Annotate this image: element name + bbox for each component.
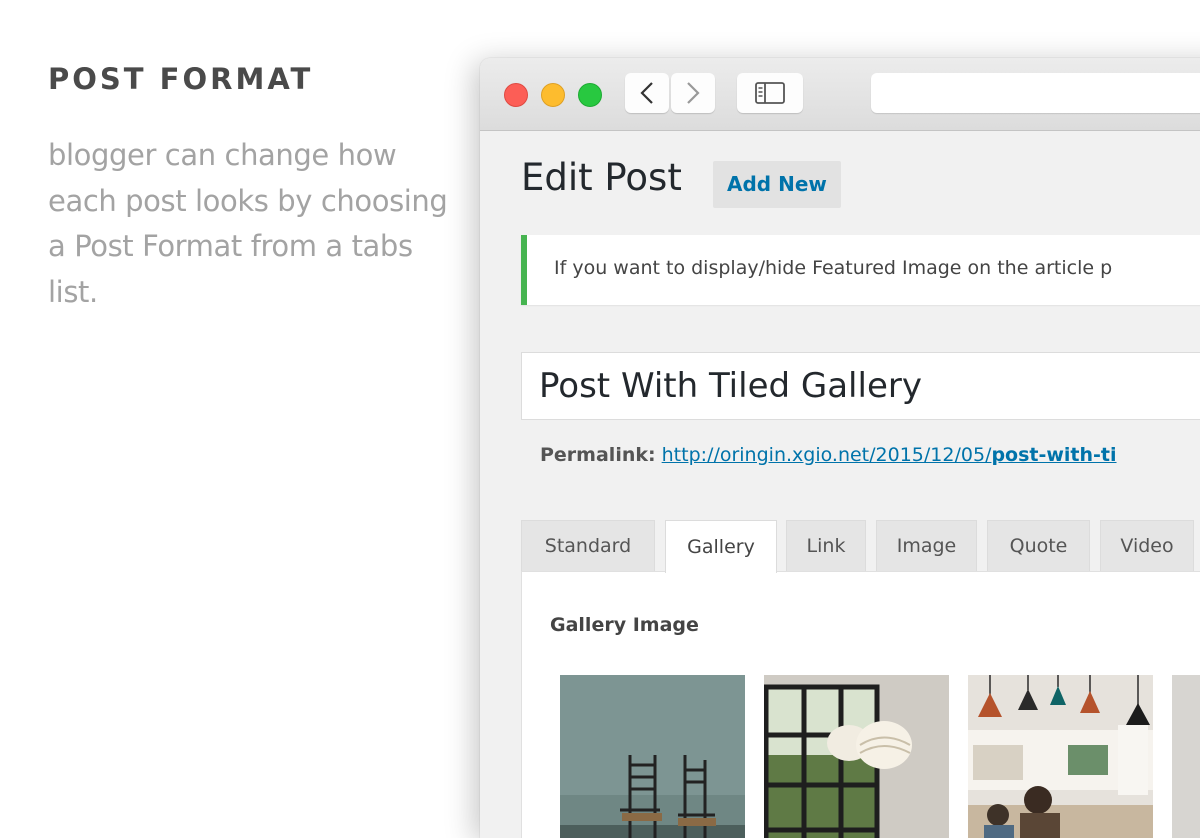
tab-gallery[interactable]: Gallery (665, 520, 777, 573)
permalink-link[interactable]: http://oringin.xgio.net/2015/12/05/post-… (662, 444, 1117, 466)
gallery-thumbnail[interactable] (764, 675, 949, 838)
tab-standard[interactable]: Standard (521, 520, 655, 571)
permalink: Permalink: http://oringin.xgio.net/2015/… (540, 444, 1117, 466)
permalink-label: Permalink: (540, 444, 656, 466)
gallery-image-window-lamps (764, 675, 949, 838)
gallery-thumbnail[interactable] (968, 675, 1153, 838)
back-button[interactable] (625, 73, 669, 113)
browser-toolbar (480, 58, 1200, 131)
browser-window: Edit Post Add New If you want to display… (480, 58, 1200, 838)
tab-quote[interactable]: Quote (987, 520, 1090, 571)
sidebar-toggle-button[interactable] (737, 73, 803, 113)
gallery-thumbnail[interactable] (1172, 675, 1200, 838)
tab-video[interactable]: Video (1100, 520, 1194, 571)
gallery-thumbnail[interactable] (560, 675, 745, 838)
add-new-button[interactable]: Add New (713, 161, 841, 208)
forward-button[interactable] (671, 73, 715, 113)
notice-text: If you want to display/hide Featured Ima… (554, 257, 1113, 279)
promo-description: blogger can change how each post looks b… (48, 138, 448, 309)
gallery-image-partial (1172, 675, 1200, 838)
post-title-input[interactable]: Post With Tiled Gallery (521, 352, 1200, 420)
gallery-panel: Gallery Image (521, 571, 1200, 838)
tab-image[interactable]: Image (876, 520, 977, 571)
notice-banner: If you want to display/hide Featured Ima… (521, 235, 1200, 305)
promo-heading: POST FORMAT (48, 62, 314, 96)
chevron-left-icon (640, 82, 653, 104)
page-title: Edit Post (521, 156, 682, 199)
gallery-image-cafe (968, 675, 1153, 838)
maximize-window-button[interactable] (578, 83, 602, 107)
gallery-heading: Gallery Image (550, 614, 699, 636)
minimize-window-button[interactable] (541, 83, 565, 107)
permalink-url-base: http://oringin.xgio.net/2015/12/05/ (661, 444, 992, 466)
tab-link[interactable]: Link (786, 520, 866, 571)
sidebar-icon (755, 82, 785, 104)
close-window-button[interactable] (504, 83, 528, 107)
gallery-image-chairs (560, 675, 745, 838)
address-bar[interactable] (871, 73, 1200, 113)
chevron-right-icon (687, 82, 700, 104)
permalink-slug: post-with-ti (991, 444, 1117, 466)
